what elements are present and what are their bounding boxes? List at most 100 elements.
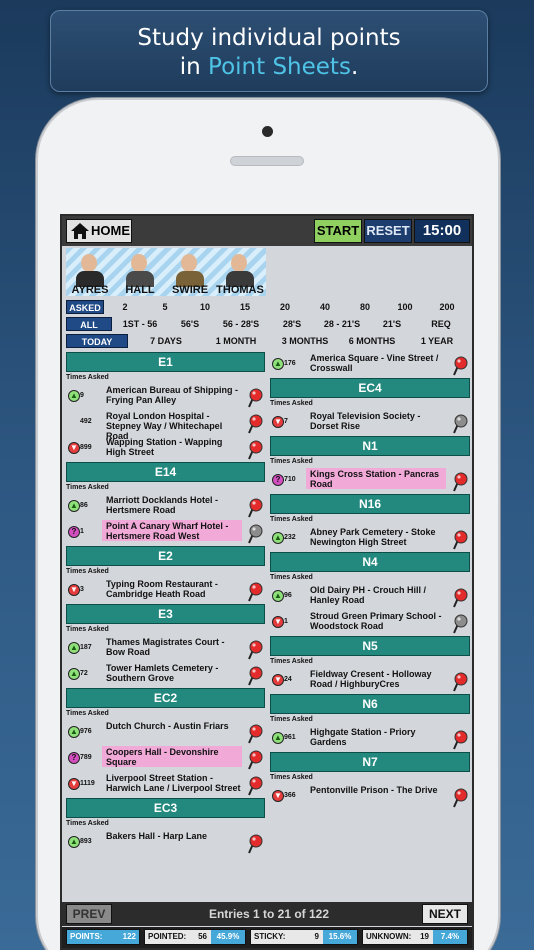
red-pin-icon[interactable] [452,730,468,750]
prev-button[interactable]: PREV [66,904,112,924]
red-pin-icon[interactable] [452,588,468,608]
avatar-head [131,254,147,272]
times-asked-label: Times Asked [66,374,109,381]
next-button[interactable]: NEXT [422,904,468,924]
point-name: Marriott Docklands Hotel - Hertsmere Roa… [106,495,219,515]
stat-label: POINTED: [148,932,187,941]
red-pin-icon[interactable] [247,724,263,744]
filter-range-0[interactable]: ALL [66,317,112,331]
point-entry[interactable]: ▲ 72 Tower Hamlets Cemetery - Southern Gro… [66,662,265,688]
filter-range-4[interactable]: 28'S [270,317,314,331]
stat-value: 122 [122,932,136,941]
filter-range-1[interactable]: 1ST - 56 [116,317,164,331]
times-asked-label: Times Asked [270,458,313,465]
times-asked-count: 710 [284,476,296,483]
top-toolbar: HOME START RESET 15:00 [62,216,472,246]
times-asked-count: 1 [80,528,84,535]
filter-asked-9[interactable]: 200 [428,300,466,314]
point-entry[interactable]: ▲ 86 Marriott Docklands Hotel - Hertsmere … [66,494,265,520]
filter-range-6[interactable]: 21'S [370,317,414,331]
reset-button[interactable]: RESET [364,219,412,243]
speaker-slot [230,156,304,166]
avatar-thomas[interactable]: THOMAS [216,248,264,296]
point-entry[interactable]: ? 1 Point A Canary Wharf Hotel - Hertsmere… [66,520,265,546]
point-entry[interactable]: ▲ 976 Dutch Church - Austin Friars [66,720,265,746]
avatar-ayres[interactable]: AYRES [66,248,114,296]
red-pin-icon[interactable] [247,666,263,686]
times-asked-label: Times Asked [270,516,313,523]
point-name: Abney Park Cemetery - Stoke Newington Hi… [310,527,436,547]
red-pin-icon[interactable] [452,788,468,808]
filter-range-3[interactable]: 56 - 28'S [216,317,266,331]
red-pin-icon[interactable] [452,530,468,550]
banner-line-1: Study individual points [137,25,401,51]
red-pin-icon[interactable] [247,640,263,660]
avatar-swire[interactable]: SWIRE [166,248,214,296]
point-entry[interactable]: ▲ 187 Thames Magistrates Court - Bow Road [66,636,265,662]
red-pin-icon[interactable] [247,414,263,434]
point-entry[interactable]: 492 Royal London Hospital - Stepney Way /… [66,410,265,441]
red-pin-icon[interactable] [247,388,263,408]
avatar-head [181,254,197,272]
red-pin-icon[interactable] [247,776,263,796]
point-entry[interactable]: ▼ 24 Fieldway Cresent - Holloway Road / Hi… [270,668,470,694]
grey-pin-icon[interactable] [452,614,468,634]
stat-unknown: UNKNOWN: 19 7.4% [362,929,468,945]
filter-range-7[interactable]: REQ [416,317,466,331]
point-entry[interactable]: ? 789 Coopers Hall - Devonshire Square [66,746,265,772]
stat-percent: 15.6% [323,930,357,944]
red-pin-icon[interactable] [247,498,263,518]
filter-range-2[interactable]: 56'S [166,317,214,331]
point-entry[interactable]: ▼ 366 Pentonville Prison - The Drive [270,784,470,810]
filter-asked-6[interactable]: 40 [306,300,344,314]
point-entry[interactable]: ▲ 176 America Square - Vine Street / Cross… [270,352,470,378]
filter-asked-0[interactable]: ASKED [66,300,104,314]
point-entry[interactable]: ▼ 7 Royal Television Society - Dorset Rise [270,410,470,436]
point-name: Dutch Church - Austin Friars [106,721,229,731]
point-name: Bakers Hall - Harp Lane [106,831,208,841]
point-entry[interactable]: ▲ 232 Abney Park Cemetery - Stoke Newingto… [270,526,470,552]
point-entry[interactable]: ▼ 1 Stroud Green Primary School - Woodstoc… [270,610,470,636]
house-icon [71,223,89,239]
filter-asked-3[interactable]: 10 [186,300,224,314]
filter-period-3[interactable]: 3 MONTHS [272,334,338,348]
red-pin-icon[interactable] [452,356,468,376]
avatar-head [231,254,247,272]
filter-asked-4[interactable]: 15 [226,300,264,314]
start-button[interactable]: START [314,219,362,243]
filter-asked-7[interactable]: 80 [346,300,384,314]
timer-display: 15:00 [414,219,470,243]
filter-period-1[interactable]: 7 DAYS [132,334,200,348]
filter-period-2[interactable]: 1 MONTH [202,334,270,348]
stat-pointed: POINTED: 56 45.9% [144,929,246,945]
point-entry[interactable]: ▲ 893 Bakers Hall - Harp Lane [66,830,265,856]
postcode-header: EC2 [66,688,265,708]
red-pin-icon[interactable] [452,672,468,692]
grey-pin-icon[interactable] [247,524,263,544]
point-entry[interactable]: ? 710 Kings Cross Station - Pancras Road [270,468,470,494]
avatar-hall[interactable]: HALL [116,248,164,296]
avatar-name: AYRES [71,284,109,296]
filter-asked-5[interactable]: 20 [266,300,304,314]
point-entry[interactable]: ▲ 961 Highgate Station - Priory Gardens [270,726,470,752]
point-entry[interactable]: ▲ 96 Old Dairy PH - Crouch Hill / Hanley R… [270,584,470,610]
red-pin-icon[interactable] [247,440,263,460]
times-asked-count: 187 [80,644,92,651]
filter-asked-2[interactable]: 5 [146,300,184,314]
filter-period-0[interactable]: TODAY [66,334,128,348]
filter-period-4[interactable]: 6 MONTHS [340,334,404,348]
filter-period-5[interactable]: 1 YEAR [406,334,468,348]
point-entry[interactable]: ▼ 899 Wapping Station - Wapping High Stree… [66,436,265,462]
grey-pin-icon[interactable] [452,414,468,434]
point-entry[interactable]: ▼ 1119 Liverpool Street Station - Harwich … [66,772,265,798]
filter-asked-1[interactable]: 2 [106,300,144,314]
point-entry[interactable]: ▲ 9 American Bureau of Shipping - Frying P… [66,384,265,410]
filter-asked-8[interactable]: 100 [386,300,424,314]
point-entry[interactable]: ▼ 3 Typing Room Restaurant - Cambridge Hea… [66,578,265,604]
home-button[interactable]: HOME [66,219,132,243]
red-pin-icon[interactable] [247,582,263,602]
red-pin-icon[interactable] [247,834,263,854]
filter-range-5[interactable]: 28 - 21'S [316,317,368,331]
red-pin-icon[interactable] [247,750,263,770]
red-pin-icon[interactable] [452,472,468,492]
